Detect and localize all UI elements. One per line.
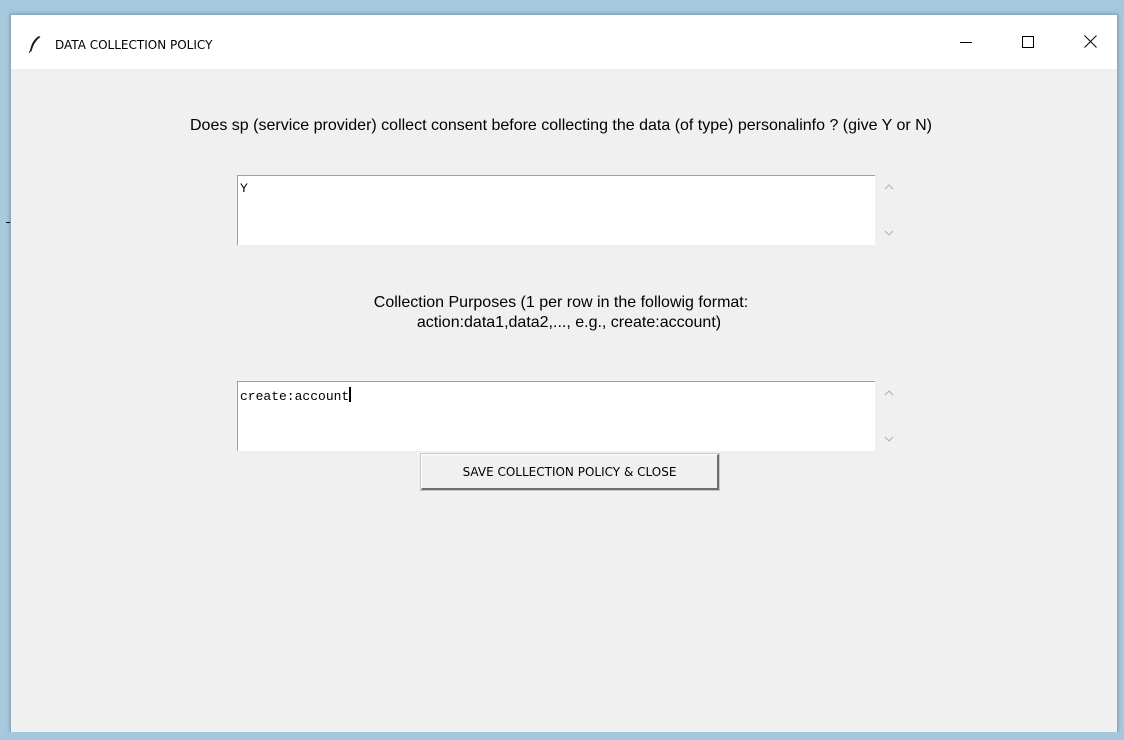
text-cursor — [349, 387, 352, 402]
consent-question-label: Does sp (service provider) collect conse… — [190, 117, 932, 134]
close-icon — [1083, 35, 1097, 53]
consent-scrollbar[interactable] — [877, 175, 901, 245]
minimize-button[interactable] — [943, 29, 989, 59]
chevron-down-icon[interactable] — [877, 225, 901, 241]
chevron-down-icon[interactable] — [877, 431, 901, 447]
consent-value: Y — [240, 181, 248, 196]
close-button[interactable] — [1067, 29, 1113, 59]
minimize-icon — [960, 35, 972, 53]
purposes-label-line1: Collection Purposes (1 per row in the fo… — [373, 294, 749, 311]
save-collection-policy-button[interactable]: SAVE COLLECTION POLICY & CLOSE — [420, 453, 720, 491]
purposes-label-line2: action:data1,data2,..., e.g., create:acc… — [416, 314, 722, 331]
window-title: DATA COLLECTION POLICY — [55, 38, 213, 52]
purposes-label: Collection Purposes (1 per row in the fo… — [11, 293, 1111, 333]
purposes-value: create:account — [240, 389, 350, 404]
maximize-icon — [1022, 35, 1034, 53]
chevron-up-icon[interactable] — [877, 179, 901, 195]
desktop-background — [0, 0, 1124, 12]
title-bar[interactable]: DATA COLLECTION POLICY — [11, 15, 1117, 69]
chevron-up-icon[interactable] — [877, 385, 901, 401]
maximize-button[interactable] — [1005, 29, 1051, 59]
desktop-background-bottom — [0, 732, 1124, 740]
feather-icon — [27, 35, 43, 53]
dialog-content: Does sp (service provider) collect conse… — [11, 69, 1117, 733]
consent-textbox[interactable]: Y — [237, 175, 875, 245]
dialog-window: DATA COLLECTION POLICY Does sp (service … — [10, 14, 1118, 733]
purposes-textbox[interactable]: create:account — [237, 381, 875, 451]
purposes-scrollbar[interactable] — [877, 381, 901, 451]
